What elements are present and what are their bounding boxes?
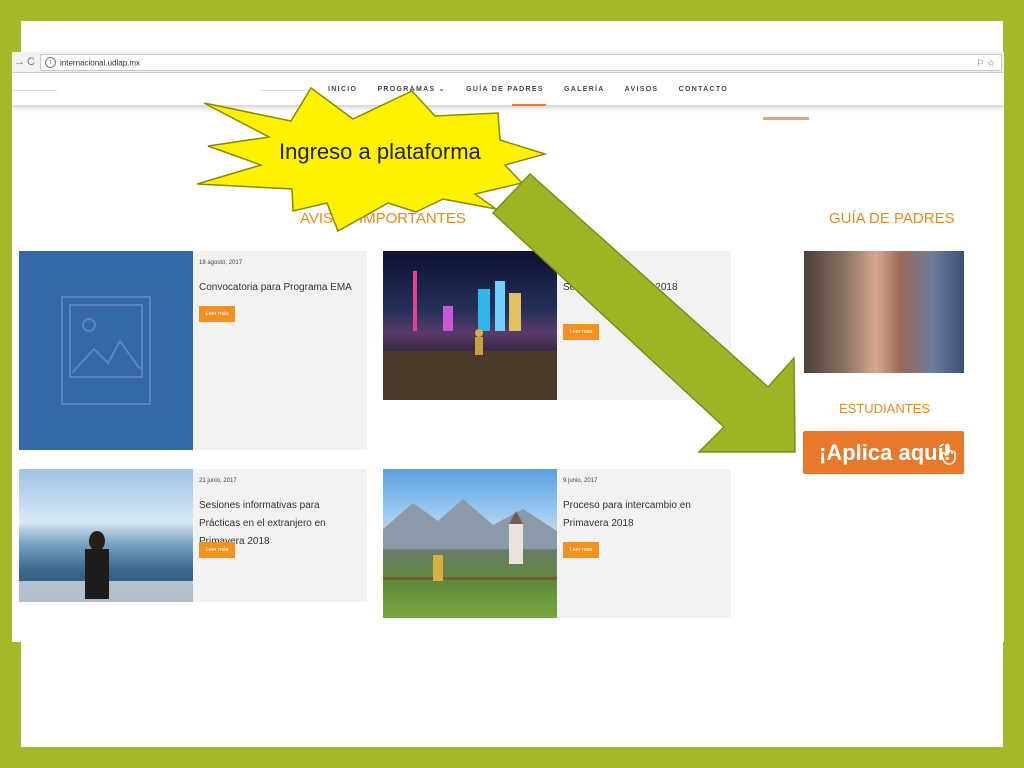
pointer-hand-icon xyxy=(941,443,956,465)
card-date: 18 agosto, 2017 xyxy=(199,260,243,266)
back-arrow-icon[interactable]: → xyxy=(14,55,25,69)
info-icon[interactable]: i xyxy=(45,57,56,69)
leer-mas-button[interactable]: Leer más xyxy=(199,306,235,322)
placeholder-image xyxy=(19,251,193,450)
leer-mas-button[interactable]: Leer más xyxy=(563,542,599,558)
card-date: 9 junio, 2017 xyxy=(563,478,598,484)
image-placeholder-icon xyxy=(61,296,151,405)
news-card[interactable]: 21 junio, 2017 Sesiones informativas par… xyxy=(19,469,367,602)
nav-item-inicio[interactable]: INICIO xyxy=(328,86,357,93)
aplica-aqui-label: ¡Aplica aquí! xyxy=(819,440,952,465)
news-card[interactable]: 9 junio, 2017 Proceso para intercambio e… xyxy=(383,469,731,618)
nav-divider xyxy=(12,90,57,91)
bookmark-star-icon[interactable]: ☆ xyxy=(987,58,995,68)
star-annotation-label: Ingreso a plataforma xyxy=(279,139,481,164)
city-night-photo xyxy=(383,251,557,400)
news-card[interactable]: Se… intercambio … 2018 Leer más xyxy=(383,251,731,400)
browser-window: → C i internacional.udlap.mx ⚐ ☆ INICIO P… xyxy=(12,52,1004,642)
mountains-graphic xyxy=(383,499,557,581)
city-skyline-graphic xyxy=(383,271,557,400)
card-title[interactable]: Convocatoria para Programa EMA xyxy=(199,279,363,297)
nav-item-galeria[interactable]: GALERÍA xyxy=(564,86,605,93)
nav-item-avisos[interactable]: AVISOS xyxy=(625,86,659,93)
browser-right-icons: ⚐ ☆ xyxy=(976,56,995,71)
nav-item-guia-de-padres[interactable]: GUÍA DE PADRES xyxy=(466,86,544,93)
address-bar-area: → C i internacional.udlap.mx ⚐ ☆ xyxy=(12,52,1004,73)
nav-divider xyxy=(260,90,310,91)
sidebar-accent-line xyxy=(763,117,809,120)
nav-item-programas[interactable]: PROGRAMAS ⌄ xyxy=(377,86,445,93)
nav-menu: INICIO PROGRAMAS ⌄ GUÍA DE PADRES GALERÍ… xyxy=(328,85,745,93)
guia-de-padres-title: GUÍA DE PADRES xyxy=(829,210,955,227)
card-date: 21 junio, 2017 xyxy=(199,478,237,484)
url-input[interactable]: i internacional.udlap.mx ⚐ ☆ xyxy=(40,54,1002,71)
parents-photo[interactable] xyxy=(804,251,964,373)
leer-mas-button[interactable]: Leer más xyxy=(199,542,235,558)
site-navigation: INICIO PROGRAMAS ⌄ GUÍA DE PADRES GALERÍ… xyxy=(12,73,1004,106)
card-title[interactable]: Se… intercambio … 2018 xyxy=(563,279,727,297)
avisos-title: AVISOS IMPORTANTES xyxy=(300,210,466,227)
beach-photo xyxy=(19,469,193,602)
mountain-village-photo xyxy=(383,469,557,618)
reload-icon[interactable]: C xyxy=(27,55,35,69)
card-title[interactable]: Proceso para intercambio en Primavera 20… xyxy=(563,497,727,533)
url-text: internacional.udlap.mx xyxy=(60,58,141,68)
nav-item-contacto[interactable]: CONTACTO xyxy=(679,86,728,93)
aplica-aqui-button[interactable]: ¡Aplica aquí! xyxy=(803,431,964,474)
translate-icon[interactable]: ⚐ xyxy=(976,58,984,68)
news-card[interactable]: 18 agosto, 2017 Convocatoria para Progra… xyxy=(19,251,367,450)
active-nav-underline xyxy=(512,104,546,106)
estudiantes-title: ESTUDIANTES xyxy=(839,401,931,416)
person-silhouette-graphic xyxy=(19,531,193,602)
leer-mas-button[interactable]: Leer más xyxy=(563,324,599,340)
